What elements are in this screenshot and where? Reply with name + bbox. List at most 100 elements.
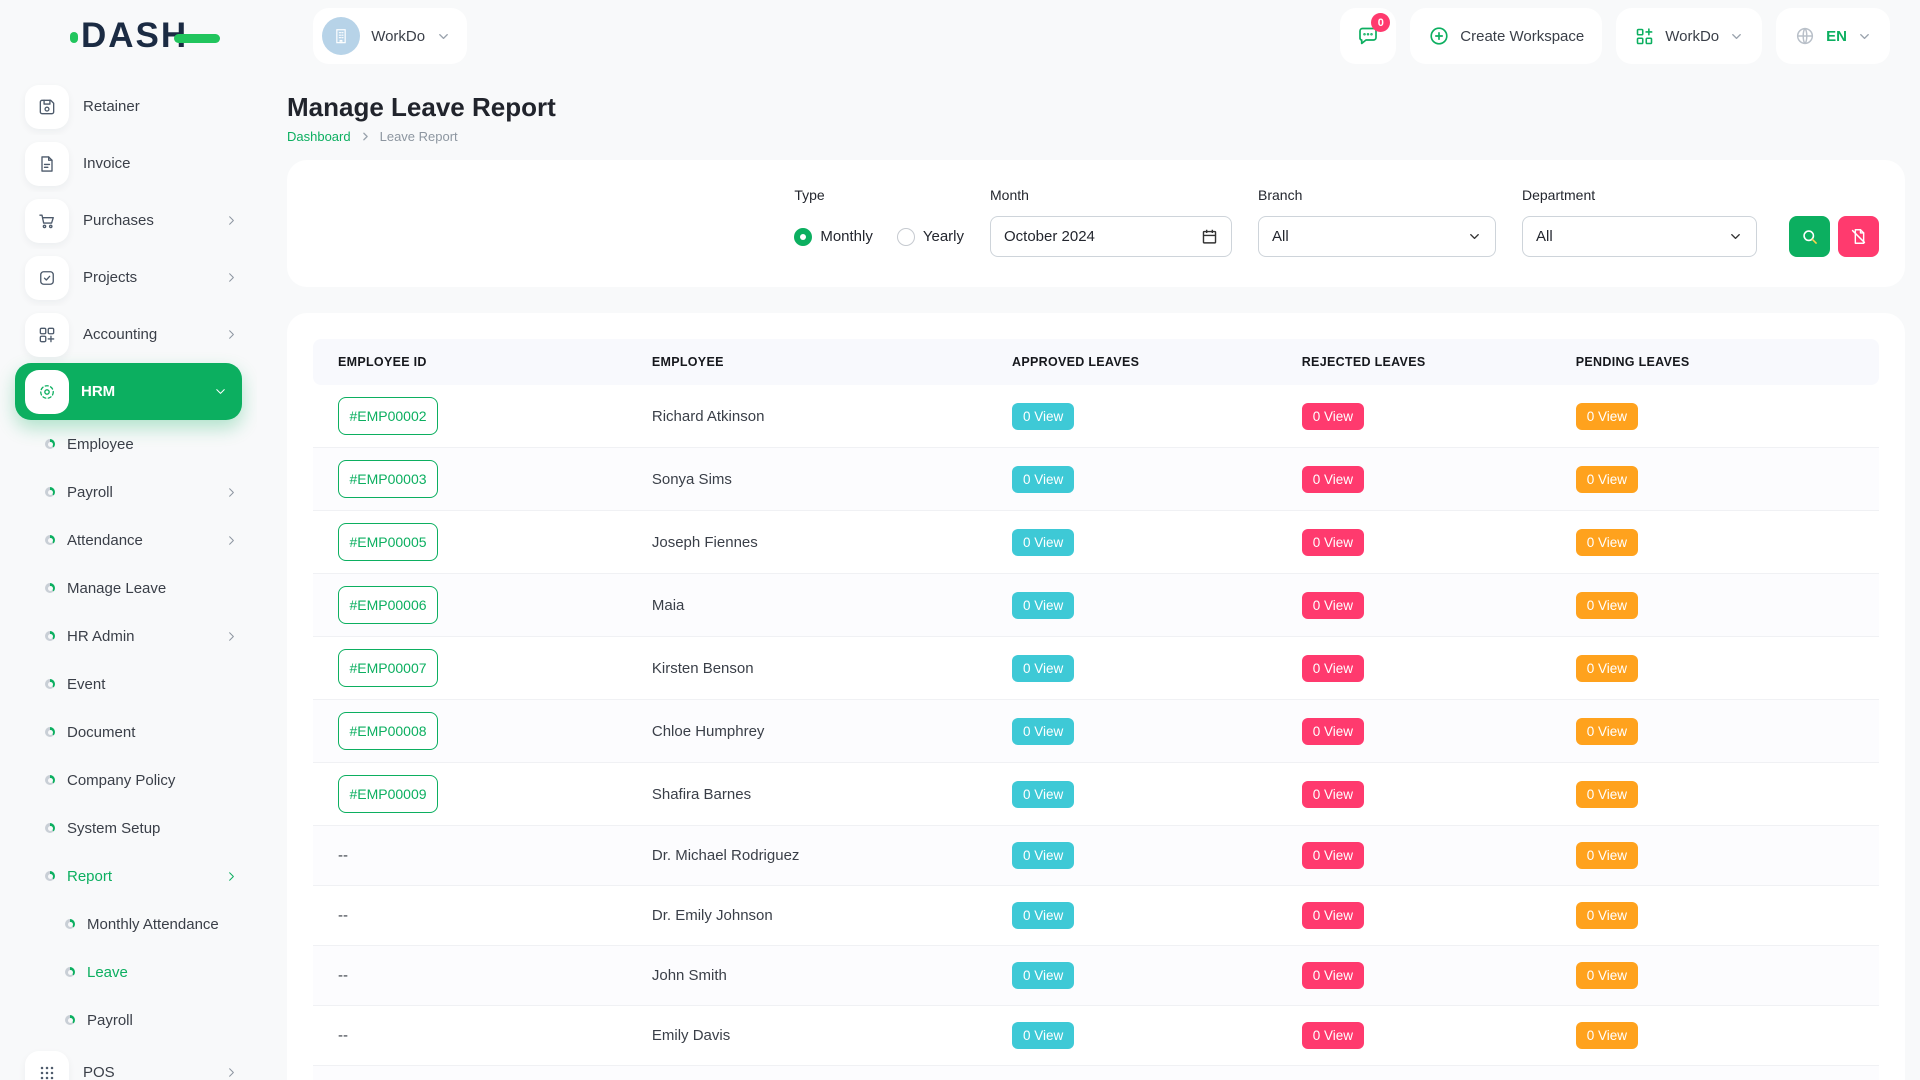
table-row: #EMP00007Kirsten Benson0 View0 View0 Vie… xyxy=(313,637,1879,700)
approved-leaves-view-badge[interactable]: 0 View xyxy=(1012,842,1074,869)
sidebar-item-accounting[interactable]: Accounting xyxy=(0,306,257,363)
approved-leaves-view-badge[interactable]: 0 View xyxy=(1012,403,1074,430)
pending-leaves-view-badge[interactable]: 0 View xyxy=(1576,781,1638,808)
approved-leaves-view-badge[interactable]: 0 View xyxy=(1012,655,1074,682)
employee-id-badge[interactable]: #EMP00002 xyxy=(338,397,438,435)
sidebar-item-label: Company Policy xyxy=(67,772,175,789)
workspace-dropdown[interactable]: WorkDo xyxy=(1616,8,1762,64)
rejected-leaves-view-badge[interactable]: 0 View xyxy=(1302,1022,1364,1049)
pending-leaves-view-badge[interactable]: 0 View xyxy=(1576,466,1638,493)
pending-leaves-view-badge[interactable]: 0 View xyxy=(1576,655,1638,682)
approved-leaves-view-badge[interactable]: 0 View xyxy=(1012,962,1074,989)
approved-leaves-view-badge[interactable]: 0 View xyxy=(1012,902,1074,929)
messages-count-badge: 0 xyxy=(1371,13,1390,32)
projects-icon xyxy=(25,256,69,300)
sidebar-item-monthly-attendance[interactable]: Monthly Attendance xyxy=(0,900,257,948)
sidebar-item-payroll[interactable]: Payroll xyxy=(0,468,257,516)
month-label: Month xyxy=(990,184,1232,207)
sidebar-item-label: Payroll xyxy=(87,1012,133,1029)
employee-name: Sonya Sims xyxy=(652,471,732,488)
sidebar-item-company-policy[interactable]: Company Policy xyxy=(0,756,257,804)
sidebar-item-purchases[interactable]: Purchases xyxy=(0,192,257,249)
approved-leaves-view-badge[interactable]: 0 View xyxy=(1012,1022,1074,1049)
approved-leaves-view-badge[interactable]: 0 View xyxy=(1012,466,1074,493)
rejected-leaves-view-badge[interactable]: 0 View xyxy=(1302,403,1364,430)
reset-filter-button[interactable] xyxy=(1838,216,1879,257)
branch-select[interactable]: All xyxy=(1258,216,1496,257)
chevron-down-icon xyxy=(1728,229,1743,244)
month-filter: Month October 2024 xyxy=(990,184,1232,257)
rejected-leaves-view-badge[interactable]: 0 View xyxy=(1302,902,1364,929)
sidebar-item-pos[interactable]: POS xyxy=(0,1044,257,1080)
employee-name: Joseph Fiennes xyxy=(652,534,758,551)
table-row: #EMP00009Shafira Barnes0 View0 View0 Vie… xyxy=(313,763,1879,826)
search-button[interactable] xyxy=(1789,216,1830,257)
month-input[interactable]: October 2024 xyxy=(990,216,1232,257)
sidebar-item-document[interactable]: Document xyxy=(0,708,257,756)
bullet-icon xyxy=(65,919,75,929)
sidebar-item-retainer[interactable]: Retainer xyxy=(0,78,257,135)
pending-leaves-view-badge[interactable]: 0 View xyxy=(1576,529,1638,556)
employee-id-badge[interactable]: #EMP00003 xyxy=(338,460,438,498)
column-pending-leaves: PENDING LEAVES xyxy=(1566,339,1879,385)
workspace-selector[interactable]: WorkDo xyxy=(313,8,467,64)
employee-id-badge[interactable]: #EMP00007 xyxy=(338,649,438,687)
approved-leaves-view-badge[interactable]: 0 View xyxy=(1012,529,1074,556)
sidebar-item-system-setup[interactable]: System Setup xyxy=(0,804,257,852)
sidebar-item-hr-admin[interactable]: HR Admin xyxy=(0,612,257,660)
bullet-icon xyxy=(45,583,55,593)
dash-logo[interactable]: DASH xyxy=(70,16,220,56)
sidebar-item-label: Leave xyxy=(87,964,128,981)
department-value: All xyxy=(1536,228,1553,245)
table-row: #EMP00005 Joseph Fiennes 0 View 0 View 0 Vie… xyxy=(313,511,1879,574)
sidebar-item-employee[interactable]: Employee xyxy=(0,420,257,468)
employee-id-empty: -- xyxy=(338,907,348,924)
pending-leaves-view-badge[interactable]: 0 View xyxy=(1576,902,1638,929)
rejected-leaves-view-badge[interactable]: 0 View xyxy=(1302,655,1364,682)
rejected-leaves-view-badge[interactable]: 0 View xyxy=(1302,592,1364,619)
sidebar-item-event[interactable]: Event xyxy=(0,660,257,708)
pending-leaves-view-badge[interactable]: 0 View xyxy=(1576,1022,1638,1049)
sidebar-item-hrm[interactable]: HRM xyxy=(15,363,242,420)
sidebar-item-projects[interactable]: Projects xyxy=(0,249,257,306)
rejected-leaves-view-badge[interactable]: 0 View xyxy=(1302,842,1364,869)
sidebar-item-label: Monthly Attendance xyxy=(87,916,219,933)
rejected-leaves-view-badge[interactable]: 0 View xyxy=(1302,962,1364,989)
sidebar-item-label: Employee xyxy=(67,436,134,453)
rejected-leaves-view-badge[interactable]: 0 View xyxy=(1302,781,1364,808)
approved-leaves-view-badge[interactable]: 0 View xyxy=(1012,718,1074,745)
employee-id-badge[interactable]: #EMP00009 xyxy=(338,775,438,813)
main-content: Manage Leave Report Dashboard Leave Repo… xyxy=(257,72,1920,1080)
create-workspace-button[interactable]: Create Workspace xyxy=(1410,8,1602,64)
chevron-right-icon xyxy=(224,213,239,228)
pending-leaves-view-badge[interactable]: 0 View xyxy=(1576,718,1638,745)
table-row: #EMP00002Richard Atkinson0 View0 View0 V… xyxy=(313,385,1879,448)
pending-leaves-view-badge[interactable]: 0 View xyxy=(1576,842,1638,869)
radio-monthly[interactable]: Monthly xyxy=(794,228,873,246)
employee-id-badge[interactable]: #EMP00006 xyxy=(338,586,438,624)
chevron-right-icon xyxy=(224,533,239,548)
radio-yearly[interactable]: Yearly xyxy=(897,228,964,246)
sidebar-item-payroll[interactable]: Payroll xyxy=(0,996,257,1044)
sidebar-item-attendance[interactable]: Attendance xyxy=(0,516,257,564)
sidebar-item-report[interactable]: Report xyxy=(0,852,257,900)
employee-id-badge[interactable]: #EMP00005 xyxy=(338,523,438,561)
pending-leaves-view-badge[interactable]: 0 View xyxy=(1576,592,1638,619)
department-select[interactable]: All xyxy=(1522,216,1757,257)
pending-leaves-view-badge[interactable]: 0 View xyxy=(1576,403,1638,430)
rejected-leaves-view-badge[interactable]: 0 View xyxy=(1302,466,1364,493)
sidebar-item-invoice[interactable]: Invoice xyxy=(0,135,257,192)
approved-leaves-view-badge[interactable]: 0 View xyxy=(1012,781,1074,808)
logo-text: DASH xyxy=(81,16,188,56)
employee-id-badge[interactable]: #EMP00008 xyxy=(338,712,438,750)
sidebar-item-leave[interactable]: Leave xyxy=(0,948,257,996)
sidebar-item-manage-leave[interactable]: Manage Leave xyxy=(0,564,257,612)
approved-leaves-view-badge[interactable]: 0 View xyxy=(1012,592,1074,619)
pending-leaves-view-badge[interactable]: 0 View xyxy=(1576,962,1638,989)
language-selector[interactable]: EN xyxy=(1776,8,1890,64)
breadcrumb-dashboard-link[interactable]: Dashboard xyxy=(287,129,351,144)
calendar-icon[interactable] xyxy=(1201,228,1218,245)
rejected-leaves-view-badge[interactable]: 0 View xyxy=(1302,718,1364,745)
rejected-leaves-view-badge[interactable]: 0 View xyxy=(1302,529,1364,556)
messages-button[interactable]: 0 xyxy=(1340,8,1396,64)
